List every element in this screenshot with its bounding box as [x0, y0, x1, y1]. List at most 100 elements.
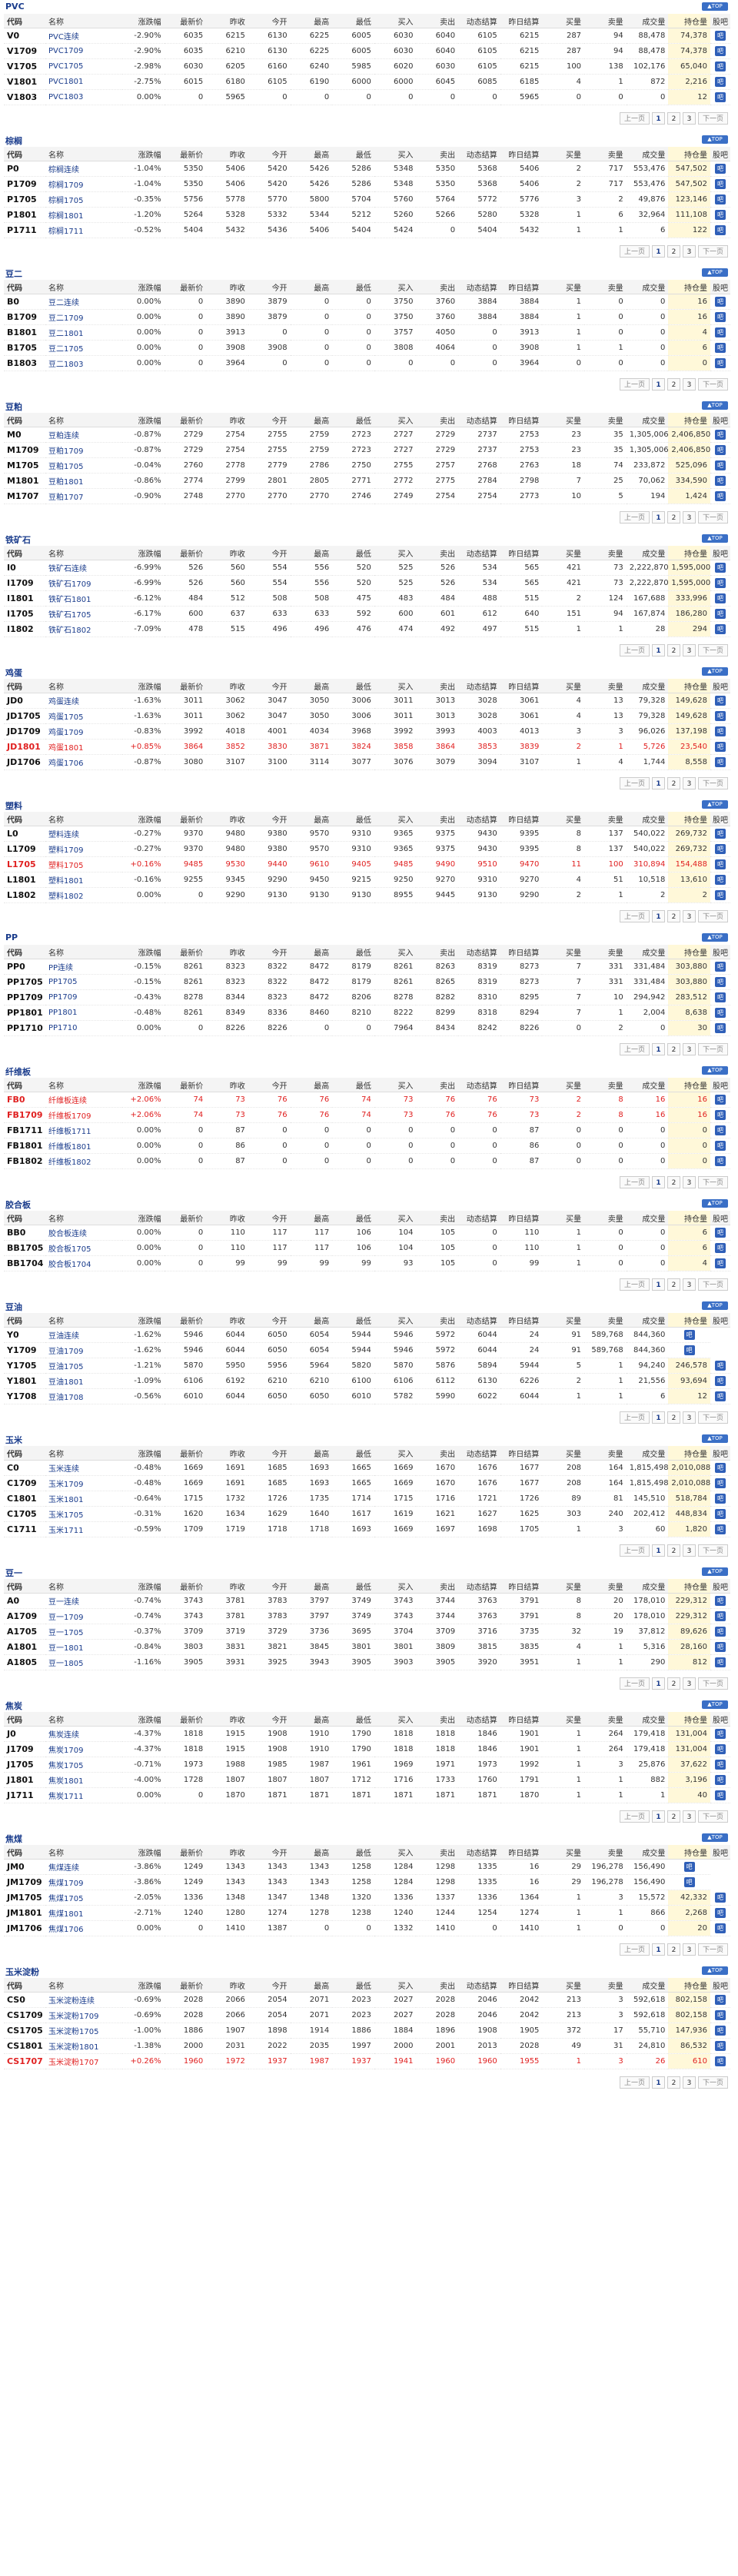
cell-name[interactable]: 铁矿石1802: [45, 621, 122, 637]
cell-name[interactable]: PVC连续: [45, 28, 122, 44]
table-row[interactable]: L0 塑料连续 -0.27% 9370 9480 9380 9570 9310 9365 9375…: [4, 826, 730, 842]
cell-code[interactable]: PP1709: [4, 989, 45, 1005]
cell-code[interactable]: B0: [4, 294, 45, 310]
table-row[interactable]: FB1709 纤维板1709 +2.06% 74 73 76 76 74 73 76 76 73 2 8 1…: [4, 1107, 730, 1123]
table-row[interactable]: JD1709 鸡蛋1709 -0.83% 3992 4018 4001 4034 3968 39…: [4, 723, 730, 740]
cell-code[interactable]: P0: [4, 161, 45, 177]
table-row[interactable]: M1801 豆粕1801 -0.86% 2774 2799 2801 2805 2771 277…: [4, 473, 730, 489]
next-page-button[interactable]: 下一页: [697, 2076, 728, 2089]
table-row[interactable]: I1802 铁矿石1802 -7.09% 478 515 496 496 476 474 492 4…: [4, 621, 730, 637]
cell-name[interactable]: 鸡蛋1801: [45, 739, 122, 755]
page-number-button[interactable]: 3: [682, 777, 696, 789]
table-row[interactable]: V1709 PVC1709 -2.90% 6035 6210 6130 6225 6005 60…: [4, 43, 730, 59]
back-to-top-button[interactable]: ▲TOP: [702, 1833, 728, 1842]
forum-icon[interactable]: 吧: [715, 1596, 726, 1606]
page-number-button[interactable]: 1: [651, 511, 665, 524]
forum-icon[interactable]: 吧: [715, 312, 726, 322]
cell-name[interactable]: 豆二1705: [45, 340, 122, 356]
page-number-button[interactable]: 2: [667, 1544, 680, 1557]
page-number-button[interactable]: 3: [682, 910, 696, 922]
cell-code[interactable]: PP0: [4, 959, 45, 975]
cell-code[interactable]: BB0: [4, 1225, 45, 1241]
cell-code[interactable]: JM1706: [4, 1920, 45, 1936]
page-number-button[interactable]: 1: [651, 378, 665, 391]
cell-code[interactable]: JD0: [4, 693, 45, 709]
cell-code[interactable]: L1705: [4, 856, 45, 873]
forum-icon[interactable]: 吧: [715, 1509, 726, 1519]
table-row[interactable]: I1709 铁矿石1709 -6.99% 526 560 554 556 520 525 526 5…: [4, 575, 730, 591]
table-row[interactable]: PP1705 PP1705 -0.15% 8261 8323 8322 8472 8179 82…: [4, 974, 730, 990]
page-number-button[interactable]: 3: [682, 1677, 696, 1690]
cell-name[interactable]: 棕榈1709: [45, 176, 122, 192]
cell-code[interactable]: CS1801: [4, 2038, 45, 2054]
cell-code[interactable]: J1705: [4, 1757, 45, 1773]
forum-icon[interactable]: 吧: [715, 327, 726, 337]
cell-name[interactable]: PP1801: [45, 1005, 122, 1021]
table-row[interactable]: J1801 焦炭1801 -4.00% 1728 1807 1807 1807 1712 171…: [4, 1772, 730, 1788]
forum-icon[interactable]: 吧: [715, 1494, 726, 1504]
forum-icon[interactable]: 吧: [715, 77, 726, 87]
cell-code[interactable]: M0: [4, 427, 45, 443]
table-row[interactable]: B1801 豆二1801 0.00% 0 3913 0 0 0 3757 4050 0 3913 1 0 0…: [4, 324, 730, 341]
forum-icon[interactable]: 吧: [715, 343, 726, 353]
forum-icon[interactable]: 吧: [715, 711, 726, 721]
table-row[interactable]: JD1706 鸡蛋1706 -0.87% 3080 3107 3100 3114 3077 30…: [4, 754, 730, 770]
table-row[interactable]: J1709 焦炭1709 -4.37% 1818 1915 1908 1910 1790 181…: [4, 1741, 730, 1757]
forum-icon[interactable]: 吧: [715, 578, 726, 588]
forum-icon[interactable]: 吧: [715, 609, 726, 619]
next-page-button[interactable]: 下一页: [697, 910, 728, 922]
forum-icon[interactable]: 吧: [715, 358, 726, 368]
table-row[interactable]: Y1801 豆油1801 -1.09% 6106 6192 6210 6210 6100 610…: [4, 1373, 730, 1389]
back-to-top-button[interactable]: ▲TOP: [702, 800, 728, 809]
forum-icon[interactable]: 吧: [715, 1125, 726, 1135]
cell-code[interactable]: I0: [4, 560, 45, 576]
cell-code[interactable]: BB1704: [4, 1255, 45, 1271]
cell-name[interactable]: 玉米1801: [45, 1491, 122, 1507]
cell-name[interactable]: 豆粕1705: [45, 457, 122, 474]
table-row[interactable]: JM1706 焦煤1706 0.00% 0 1410 1387 0 0 1332 1410 0 141…: [4, 1920, 730, 1936]
cell-code[interactable]: FB0: [4, 1092, 45, 1108]
back-to-top-button[interactable]: ▲TOP: [702, 1434, 728, 1443]
cell-code[interactable]: JD1709: [4, 723, 45, 740]
forum-icon[interactable]: 吧: [715, 2010, 726, 2020]
page-number-button[interactable]: 3: [682, 1176, 696, 1188]
cell-name[interactable]: 胶合板1704: [45, 1255, 122, 1271]
table-row[interactable]: C1709 玉米1709 -0.48% 1669 1691 1685 1693 1665 166…: [4, 1475, 730, 1491]
forum-icon[interactable]: 吧: [715, 1463, 726, 1473]
cell-name[interactable]: 棕榈1705: [45, 191, 122, 208]
table-row[interactable]: BB1705 胶合板1705 0.00% 0 110 117 117 106 104 105 0 11…: [4, 1240, 730, 1256]
forum-icon[interactable]: 吧: [715, 962, 726, 972]
cell-name[interactable]: 焦煤1709: [45, 1874, 122, 1890]
cell-name[interactable]: 鸡蛋1709: [45, 723, 122, 740]
cell-code[interactable]: M1801: [4, 473, 45, 489]
cell-name[interactable]: PVC1709: [45, 43, 122, 59]
forum-icon[interactable]: 吧: [715, 875, 726, 885]
table-row[interactable]: CS1801 玉米淀粉1801 -1.38% 2000 2031 2022 2035 1997…: [4, 2038, 730, 2054]
cell-name[interactable]: 塑料1709: [45, 841, 122, 857]
forum-icon[interactable]: 吧: [715, 1790, 726, 1800]
table-row[interactable]: A1705 豆一1705 -0.37% 3709 3719 3729 3736 3695 370…: [4, 1624, 730, 1640]
forum-icon[interactable]: 吧: [715, 2041, 726, 2051]
cell-code[interactable]: A1705: [4, 1624, 45, 1640]
next-page-button[interactable]: 下一页: [697, 777, 728, 789]
table-row[interactable]: B1705 豆二1705 0.00% 0 3908 3908 0 0 3808 4064 0 3908…: [4, 340, 730, 356]
cell-name[interactable]: 玉米淀粉1801: [45, 2038, 122, 2054]
cell-name[interactable]: 塑料1802: [45, 887, 122, 903]
cell-code[interactable]: J1711: [4, 1787, 45, 1803]
page-number-button[interactable]: 3: [682, 1278, 696, 1291]
cell-name[interactable]: 铁矿石1709: [45, 575, 122, 591]
cell-code[interactable]: P1801: [4, 207, 45, 223]
prev-page-button[interactable]: 上一页: [619, 1043, 650, 1055]
forum-icon[interactable]: 吧: [715, 624, 726, 634]
cell-name[interactable]: 豆一1801: [45, 1639, 122, 1655]
page-number-button[interactable]: 1: [651, 1810, 665, 1823]
forum-icon[interactable]: 吧: [715, 225, 726, 235]
page-number-button[interactable]: 1: [651, 777, 665, 789]
forum-icon[interactable]: 吧: [715, 1729, 726, 1739]
cell-code[interactable]: A0: [4, 1593, 45, 1609]
cell-code[interactable]: L1801: [4, 872, 45, 888]
table-row[interactable]: L1705 塑料1705 +0.16% 9485 9530 9440 9610 9405 948…: [4, 856, 730, 873]
cell-name[interactable]: 豆油1708: [45, 1388, 122, 1404]
cell-name[interactable]: 豆粕1801: [45, 473, 122, 489]
back-to-top-button[interactable]: ▲TOP: [702, 401, 728, 410]
